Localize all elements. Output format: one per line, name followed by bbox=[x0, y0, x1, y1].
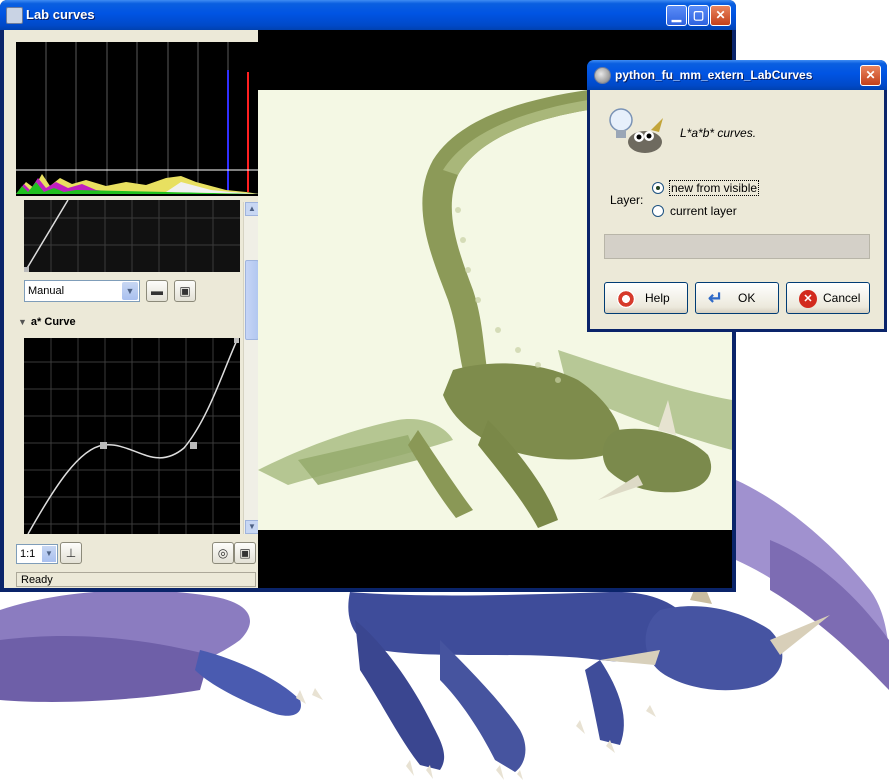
maximize-button[interactable]: ▢ bbox=[688, 5, 709, 26]
a-curve-section-label: a* Curve bbox=[30, 316, 76, 328]
dialog-close-button[interactable]: ✕ bbox=[860, 65, 881, 86]
labcurves-dialog: python_fu_mm_extern_LabCurves ✕ L*a*b* c… bbox=[587, 60, 887, 332]
open-curve-button[interactable]: ▬ bbox=[146, 280, 168, 302]
ok-button-label: OK bbox=[738, 291, 756, 305]
cancel-button[interactable]: ✕ Cancel bbox=[786, 282, 870, 314]
layer-label: Layer: bbox=[610, 193, 644, 207]
l-curve-graph[interactable] bbox=[24, 200, 240, 272]
app-icon bbox=[6, 7, 23, 24]
chevron-down-icon: ▼ bbox=[42, 546, 56, 562]
open-folder-icon: ▬ bbox=[151, 284, 163, 298]
cancel-x-icon: ✕ bbox=[799, 290, 817, 308]
app-icon bbox=[594, 67, 611, 84]
pick-icon: ⊥ bbox=[65, 546, 77, 560]
a-curve-section-header[interactable]: ▼ a* Curve bbox=[18, 316, 76, 328]
reset-button[interactable]: ◎ bbox=[212, 542, 234, 564]
chevron-down-icon: ▼ bbox=[122, 282, 138, 300]
help-lifebuoy-icon bbox=[617, 290, 635, 308]
histogram bbox=[16, 42, 259, 196]
close-button[interactable]: ✕ bbox=[710, 5, 731, 26]
ok-arrow-icon: ↵ bbox=[708, 288, 724, 308]
dialog-title: python_fu_mm_extern_LabCurves bbox=[615, 68, 813, 82]
close-icon: ✕ bbox=[715, 8, 726, 22]
scroll-down-button[interactable]: ▼ bbox=[245, 520, 259, 534]
dialog-message: L*a*b* curves. bbox=[680, 126, 757, 140]
save-icon: ▣ bbox=[239, 546, 251, 560]
dialog-body: L*a*b* curves. Layer: new from visible c… bbox=[590, 90, 884, 329]
close-icon: ✕ bbox=[865, 68, 876, 82]
reset-icon: ◎ bbox=[217, 546, 229, 560]
maximize-icon: ▢ bbox=[692, 8, 705, 22]
ok-button[interactable]: ↵ OK bbox=[695, 282, 779, 314]
minimize-button[interactable]: ▁ bbox=[666, 5, 687, 26]
pick-color-button[interactable]: ⊥ bbox=[60, 542, 82, 564]
save-curve-button[interactable]: ▣ bbox=[174, 280, 196, 302]
curve-control-point[interactable] bbox=[190, 442, 197, 449]
curve-control-point[interactable] bbox=[100, 442, 107, 449]
radio-new-from-visible[interactable] bbox=[652, 182, 664, 194]
lab-window-title: Lab curves bbox=[26, 7, 95, 22]
status-bar: Ready bbox=[16, 572, 256, 587]
mode-select[interactable]: Manual ▼ bbox=[24, 280, 140, 302]
gimp-wilber-icon bbox=[628, 118, 663, 153]
zoom-select[interactable]: 1:1 ▼ bbox=[16, 544, 58, 564]
mode-select-value: Manual bbox=[28, 285, 65, 297]
status-text: Ready bbox=[21, 574, 53, 586]
minimize-icon: ▁ bbox=[671, 8, 682, 22]
progress-bar bbox=[604, 234, 870, 259]
cancel-button-label: Cancel bbox=[823, 291, 861, 305]
save-settings-button[interactable]: ▣ bbox=[234, 542, 256, 564]
radio-current-layer-label[interactable]: current layer bbox=[670, 204, 737, 218]
zoom-select-value: 1:1 bbox=[20, 548, 36, 560]
radio-new-from-visible-label[interactable]: new from visible bbox=[668, 180, 760, 196]
expander-triangle-icon: ▼ bbox=[18, 317, 27, 327]
lab-window-titlebar[interactable]: Lab curves ▁ ▢ ✕ bbox=[0, 0, 736, 30]
scroll-up-button[interactable]: ▲ bbox=[245, 202, 259, 216]
save-icon: ▣ bbox=[179, 284, 191, 298]
lightbulb-icon bbox=[609, 108, 663, 153]
help-button-label: Help bbox=[645, 291, 670, 305]
radio-current-layer[interactable] bbox=[652, 205, 664, 217]
a-curve-graph[interactable] bbox=[24, 338, 240, 534]
dialog-titlebar[interactable]: python_fu_mm_extern_LabCurves ✕ bbox=[587, 60, 887, 90]
scroll-thumb[interactable] bbox=[245, 260, 259, 340]
curves-pane: ▲ ▼ Manual ▼ ▬ ▣ ▼ a* Curve 1:1 ▼ ⊥ ◎ ▣ … bbox=[10, 36, 260, 587]
help-button[interactable]: Help bbox=[604, 282, 688, 314]
